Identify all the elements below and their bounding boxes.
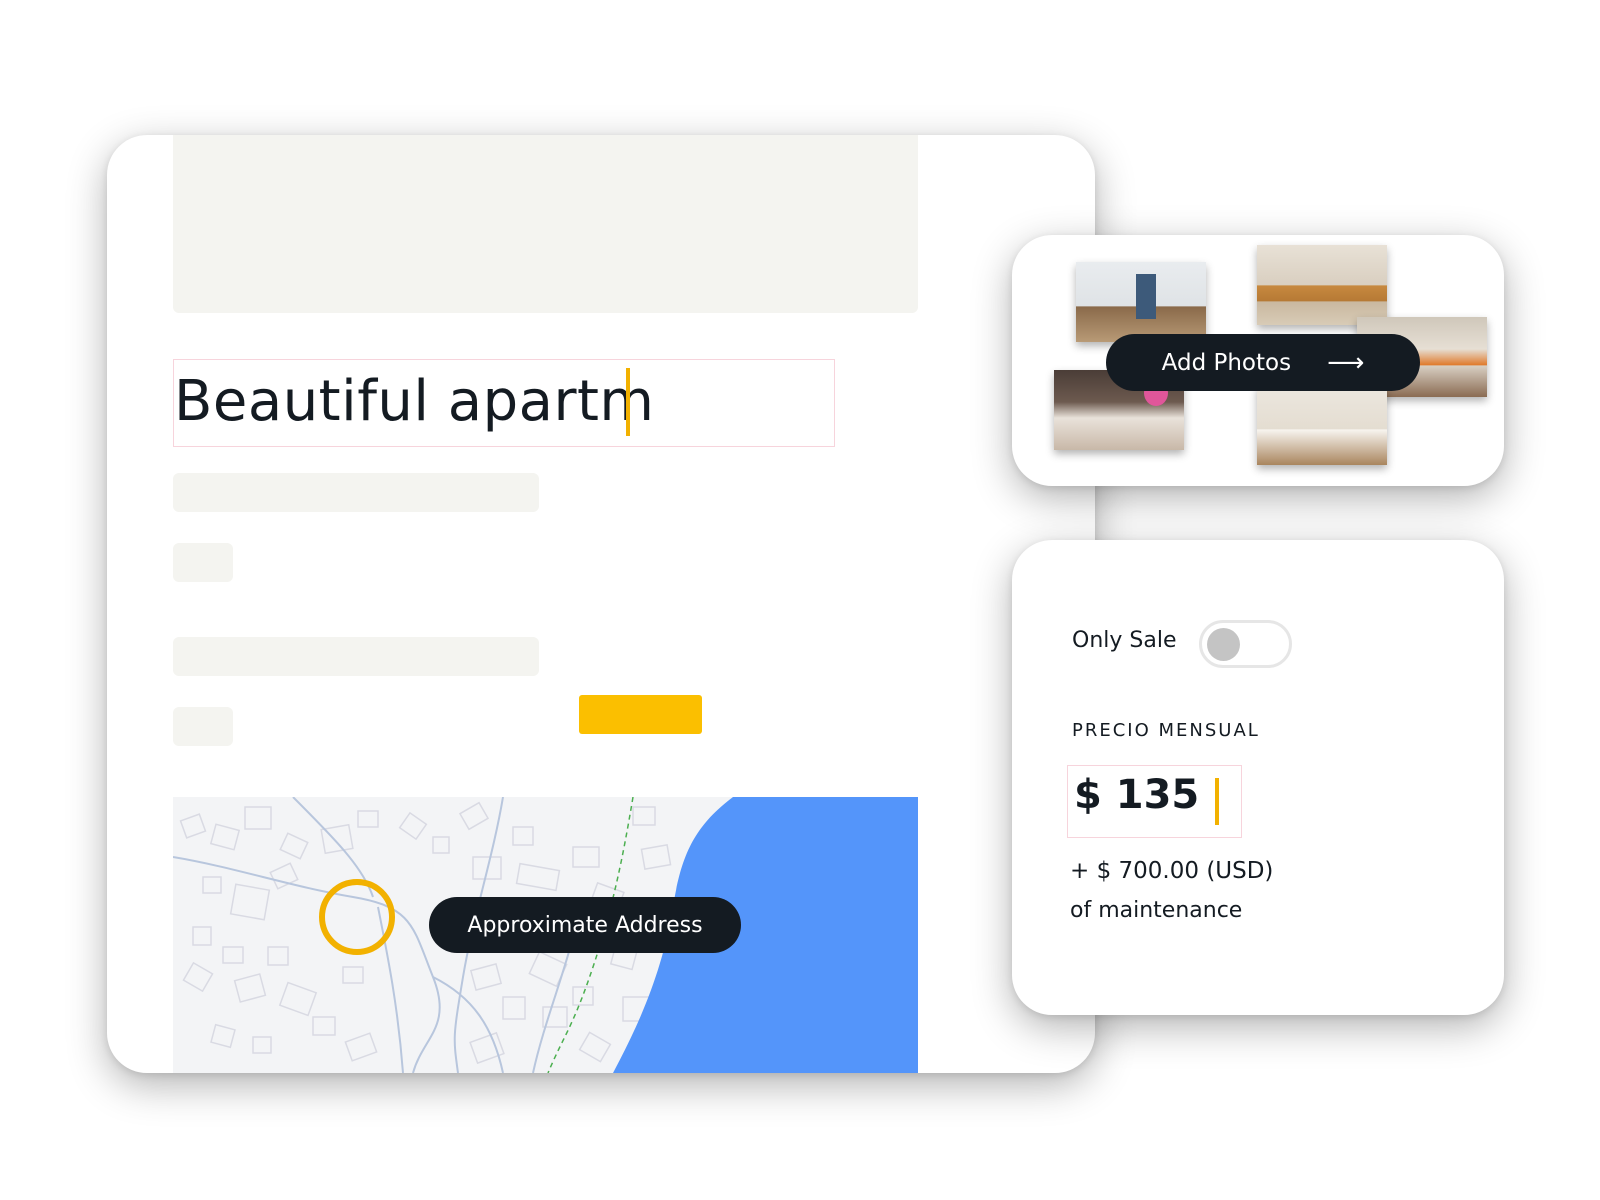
- listing-editor-card: Beautiful apartm Approximate Address: [107, 135, 1095, 1073]
- location-pin-icon: [319, 879, 395, 955]
- title-input[interactable]: Beautiful apartm: [173, 359, 835, 447]
- title-input-value: Beautiful apartm: [174, 369, 655, 434]
- price-input[interactable]: $ 135: [1067, 765, 1242, 838]
- field-placeholder-4: [173, 707, 233, 746]
- accent-button[interactable]: [579, 695, 702, 734]
- only-sale-toggle[interactable]: [1199, 620, 1292, 668]
- maintenance-amount: + $ 700.00 (USD): [1070, 858, 1274, 884]
- monthly-price-label: PRECIO MENSUAL: [1072, 720, 1260, 741]
- field-placeholder-2: [173, 543, 233, 582]
- pricing-card: Only Sale PRECIO MENSUAL $ 135 + $ 700.0…: [1012, 540, 1504, 1015]
- window-shape: [1136, 274, 1156, 319]
- cover-image-placeholder: [173, 135, 918, 313]
- approximate-address-badge[interactable]: Approximate Address: [429, 897, 741, 953]
- living-room-photo: [1076, 262, 1206, 342]
- field-placeholder-3: [173, 637, 539, 676]
- location-map[interactable]: Approximate Address: [173, 797, 918, 1073]
- text-caret: [1215, 778, 1219, 825]
- toggle-knob: [1207, 628, 1240, 661]
- photos-card: Add Photos ⟶: [1012, 235, 1504, 486]
- lounge-photo: [1257, 245, 1387, 325]
- maintenance-label: of maintenance: [1070, 898, 1243, 923]
- text-caret: [626, 368, 630, 436]
- arrow-right-icon: ⟶: [1327, 347, 1365, 378]
- only-sale-label: Only Sale: [1072, 628, 1177, 653]
- add-photos-label: Add Photos: [1161, 349, 1292, 376]
- field-placeholder-1: [173, 473, 539, 512]
- price-input-value: $ 135: [1074, 772, 1200, 818]
- bedroom-photo: [1257, 385, 1387, 465]
- add-photos-button[interactable]: Add Photos ⟶: [1106, 334, 1420, 391]
